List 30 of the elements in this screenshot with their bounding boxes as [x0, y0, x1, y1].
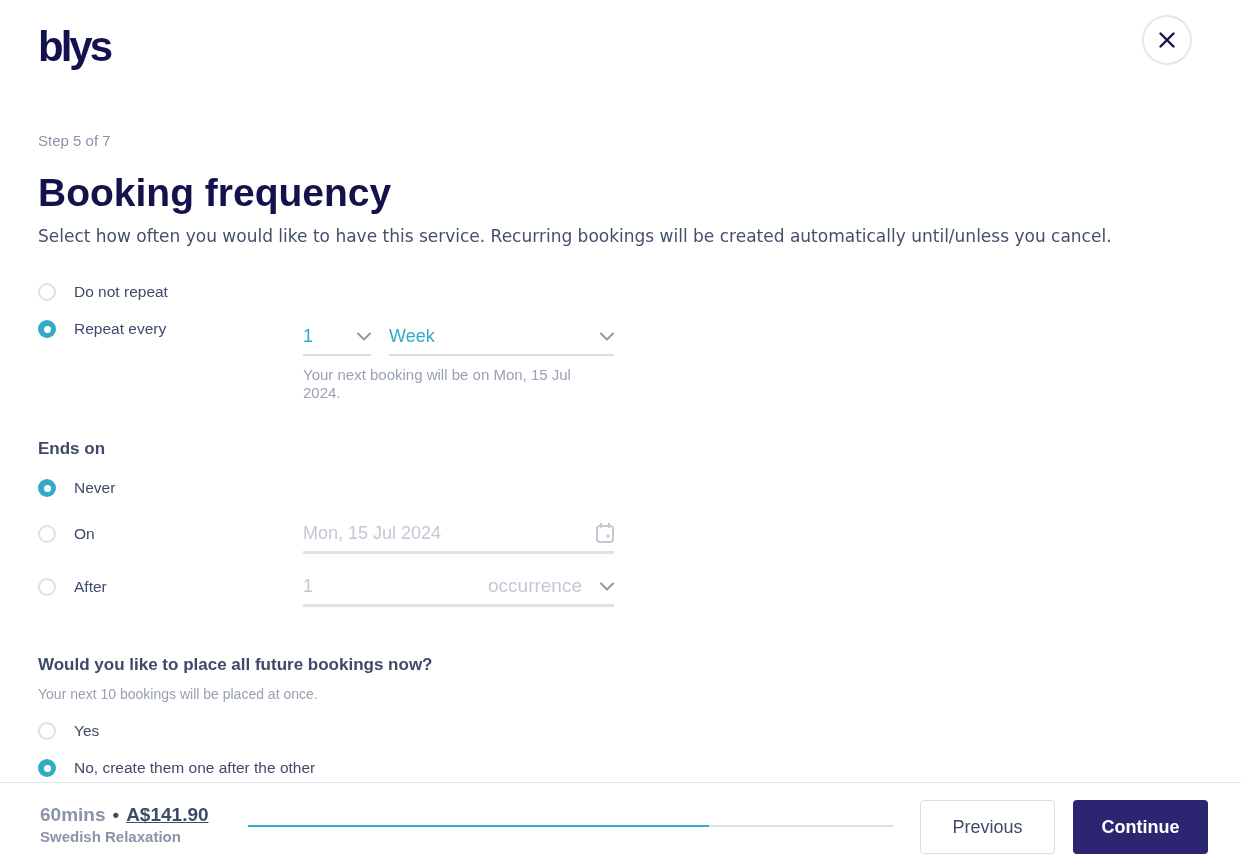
section-heading: Would you like to place all future bookings now?	[38, 654, 433, 676]
radio-button[interactable]	[38, 722, 56, 740]
hint-text: Your next 10 bookings will be placed at once.	[38, 685, 318, 704]
chevron-down-icon	[600, 331, 614, 341]
step-indicator: Step 5 of 7	[38, 131, 111, 151]
radio-button[interactable]	[38, 320, 56, 338]
duration-label: 60mins	[40, 803, 106, 827]
page-title: Booking frequency	[38, 171, 392, 215]
radio-label[interactable]: Never	[74, 476, 116, 500]
radio-label[interactable]: No, create them one after the other	[74, 756, 316, 780]
continue-button[interactable]: Continue	[1073, 800, 1208, 854]
previous-button[interactable]: Previous	[920, 800, 1055, 854]
radio-label[interactable]: Do not repeat	[74, 280, 168, 304]
price-link[interactable]: A$141.90	[126, 803, 209, 827]
calendar-icon	[596, 523, 614, 543]
radio-button[interactable]	[38, 283, 56, 301]
close-button[interactable]	[1142, 15, 1192, 65]
service-name: Swedish Relaxation	[40, 827, 181, 847]
hint-text: Your next booking will be on Mon, 15 Jul 2024.	[303, 366, 572, 402]
bullet-separator: •	[112, 803, 120, 827]
chevron-down-icon	[600, 581, 614, 591]
radio-label[interactable]: Yes	[74, 719, 100, 743]
radio-button[interactable]	[38, 759, 56, 777]
radio-button[interactable]	[38, 479, 56, 497]
close-icon	[1159, 32, 1175, 48]
description-text: Select how often you would like to have this service. Recurring bookings will be created automatically until/unless you cancel.	[38, 225, 1112, 248]
radio-label[interactable]: Repeat every	[74, 317, 167, 341]
section-heading: Ends on	[38, 438, 106, 460]
brand-logo: blys	[38, 24, 111, 70]
chevron-down-icon	[357, 331, 371, 341]
